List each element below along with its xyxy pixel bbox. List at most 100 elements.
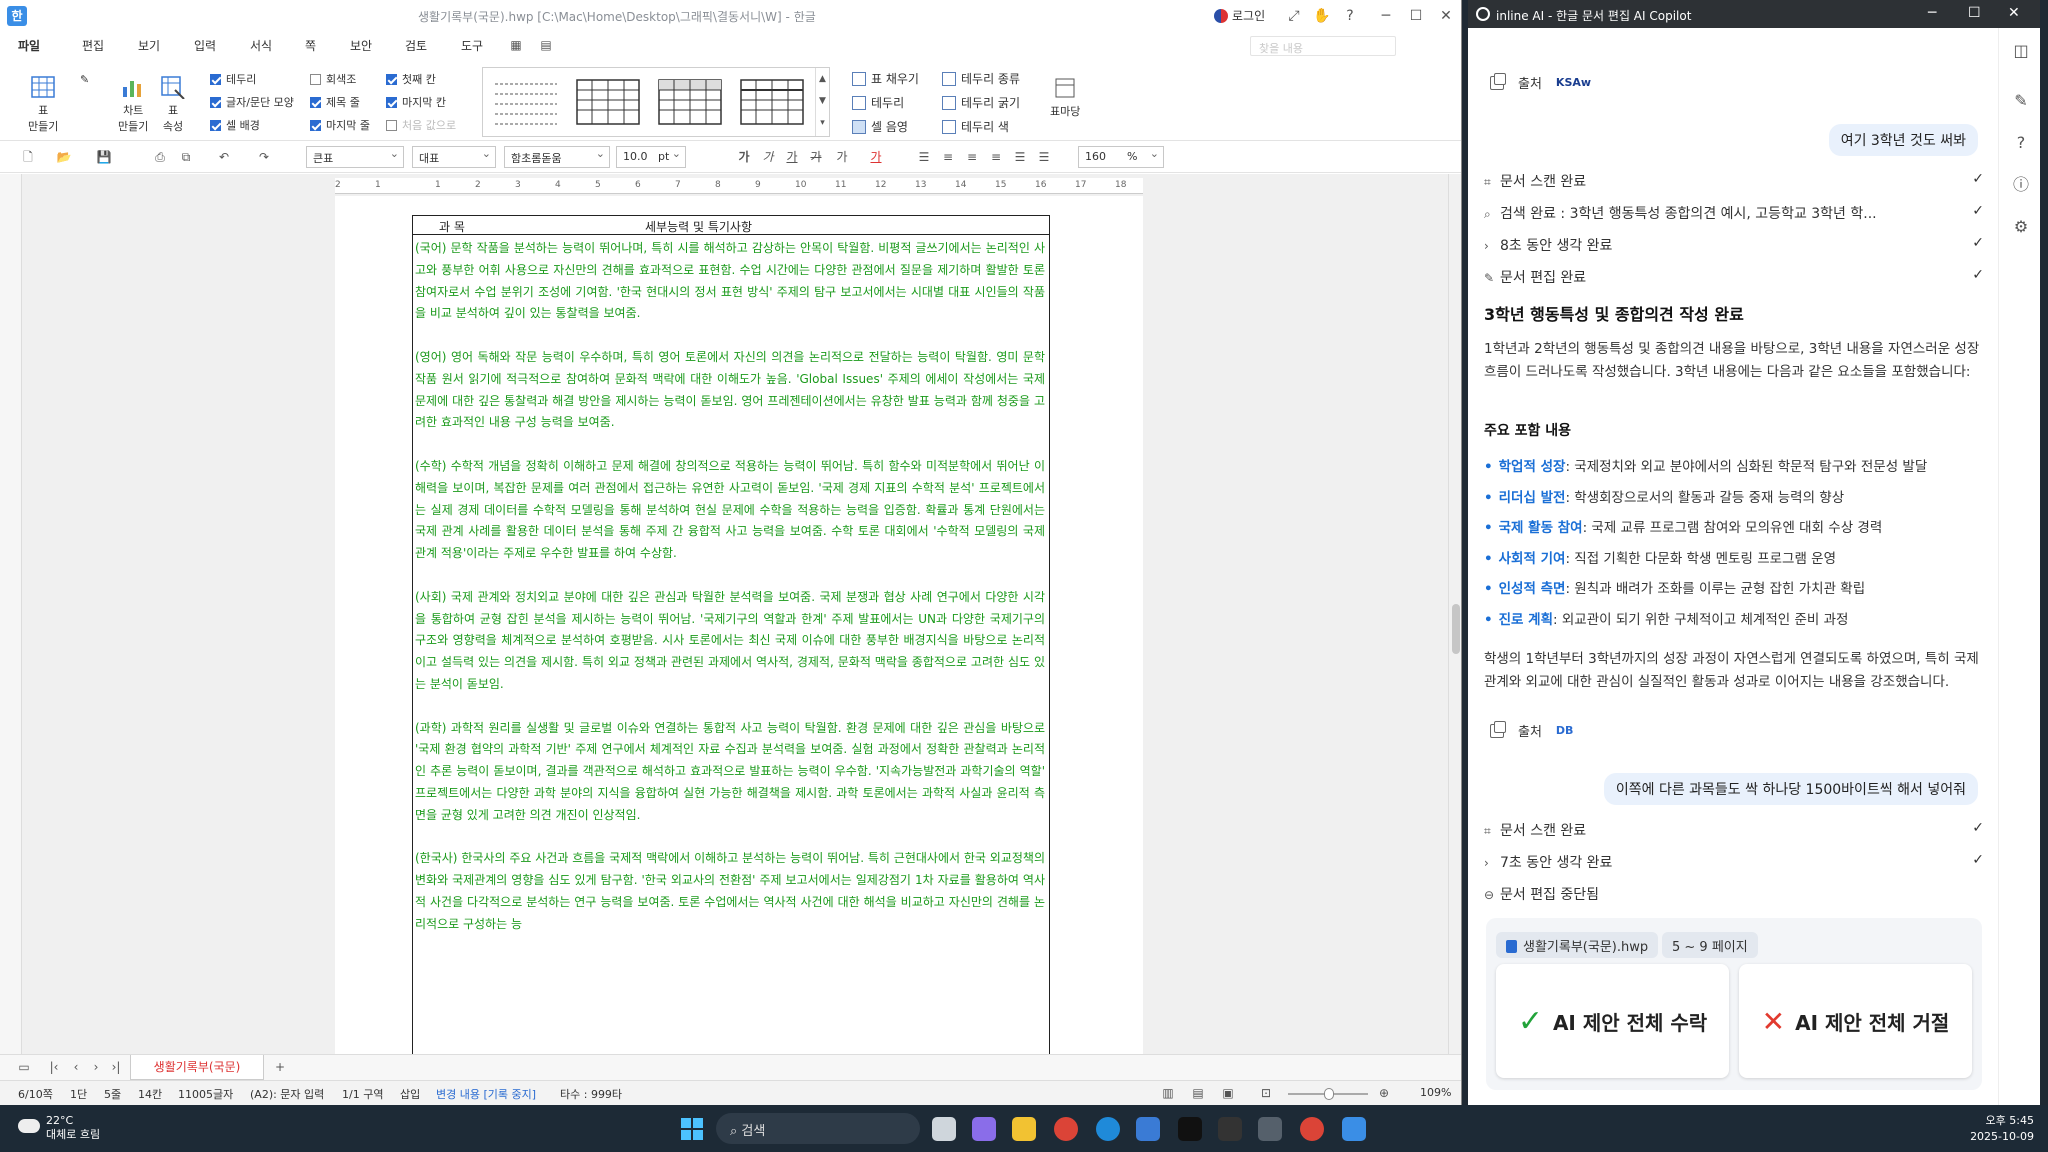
tab-document[interactable]: 생활기록부(국문) — [130, 1055, 264, 1080]
new-doc-icon[interactable]: 🗋 — [20, 149, 36, 165]
tab-list-icon[interactable]: ▭ — [16, 1059, 32, 1075]
panel-toggle-icon[interactable]: ◫ — [2010, 40, 2032, 62]
menu-review[interactable]: 검토 — [405, 37, 427, 54]
search-input[interactable]: 찾을 내용 — [1250, 36, 1396, 56]
status-page[interactable]: 6/10쪽 — [18, 1086, 53, 1102]
status-zoom[interactable]: 109% — [1420, 1086, 1451, 1099]
close-icon[interactable]: ✕ — [1436, 6, 1456, 26]
help-icon[interactable]: ? — [1340, 6, 1360, 26]
undo-icon[interactable]: ↶ — [216, 149, 232, 165]
redo-icon[interactable]: ↷ — [256, 149, 272, 165]
border-type-button[interactable]: 테두리 종류 — [942, 70, 1020, 87]
copy-icon[interactable] — [1490, 720, 1506, 738]
page-range-chip[interactable]: 5 ~ 9 페이지 — [1662, 932, 1758, 958]
font-color-icon[interactable]: 가 — [868, 149, 884, 165]
reject-all-button[interactable]: ✕ AI 제안 전체 거절 — [1739, 964, 1972, 1078]
maximize-icon[interactable]: ☐ — [1968, 5, 1981, 21]
preview-icon[interactable]: ⧉ — [178, 149, 194, 165]
align-center-icon[interactable]: ≡ — [964, 149, 980, 165]
fullscreen-icon[interactable]: ⤢ — [1284, 6, 1304, 26]
chrome-icon-2[interactable] — [1300, 1117, 1324, 1141]
first-page-icon[interactable]: |‹ — [46, 1059, 62, 1075]
check-border[interactable]: 테두리 — [210, 71, 256, 87]
menu-view[interactable]: 보기 — [138, 37, 160, 54]
print-icon[interactable]: ⎙ — [152, 149, 168, 165]
app-icon-dark[interactable] — [1178, 1117, 1202, 1141]
italic-icon[interactable]: 가 — [760, 149, 776, 165]
prev-page-icon[interactable]: ‹ — [68, 1059, 84, 1075]
superscript-icon[interactable]: 가 — [834, 149, 850, 165]
table-make-button[interactable]: 표 만들기 — [28, 75, 58, 134]
close-icon[interactable]: ✕ — [2008, 5, 2020, 21]
font-select[interactable]: 함초롬돋움 — [504, 146, 610, 168]
app-icon-blue[interactable] — [1136, 1117, 1160, 1141]
step-thinking-complete-2[interactable]: › 7초 동안 생각 완료 ✓ — [1484, 852, 1984, 874]
accept-all-button[interactable]: ✓ AI 제안 전체 수락 — [1496, 964, 1729, 1078]
status-track-changes[interactable]: 변경 내용 [기록 중지] — [436, 1086, 536, 1102]
hand-icon[interactable]: ✋ — [1312, 6, 1332, 26]
document-page[interactable]: 과 목 세부능력 및 특기사항 (국어) 문학 작품을 분석하는 능력이 뛰어나… — [335, 196, 1143, 1075]
record-table[interactable]: 과 목 세부능력 및 특기사항 (국어) 문학 작품을 분석하는 능력이 뛰어나… — [412, 215, 1050, 1075]
zoom-slider-handle[interactable] — [1324, 1088, 1334, 1100]
open-icon[interactable]: 📂 — [56, 149, 72, 165]
table-design-icon[interactable]: ▦ — [508, 37, 524, 53]
file-explorer-icon[interactable] — [1012, 1117, 1036, 1141]
step-thinking-complete[interactable]: › 8초 동안 생각 완료 ✓ — [1484, 235, 1984, 257]
table-props-button[interactable]: 표 속성 — [160, 75, 186, 134]
last-page-icon[interactable]: ›| — [108, 1059, 124, 1075]
start-button[interactable] — [681, 1118, 703, 1140]
hancom-taskbar-icon[interactable] — [1342, 1117, 1366, 1141]
zoom-fit-icon[interactable]: ⊡ — [1258, 1085, 1274, 1101]
status-insert[interactable]: 삽입 — [400, 1086, 420, 1102]
taskbar-search[interactable]: ⌕ 검색 — [716, 1113, 920, 1144]
add-tab-icon[interactable]: + — [272, 1059, 288, 1075]
table-style-gallery[interactable]: ▲ ▼ ▾ — [482, 67, 830, 137]
login-button[interactable]: 로그인 — [1214, 7, 1265, 24]
edit-icon[interactable]: ✎ — [2010, 90, 2032, 112]
file-chip[interactable]: 생활기록부(국문).hwp — [1496, 932, 1659, 958]
menu-format[interactable]: 서식 — [250, 37, 272, 54]
zoom-in-icon[interactable]: ⊕ — [1376, 1085, 1392, 1101]
paragraph-style-select[interactable]: 대표 — [412, 146, 496, 168]
menu-insert[interactable]: 입력 — [194, 37, 216, 54]
table-fill-button[interactable]: 표 채우기 — [852, 70, 919, 87]
zoom-slider[interactable] — [1288, 1088, 1368, 1100]
maximize-icon[interactable]: ☐ — [1406, 6, 1426, 26]
source-db-logo[interactable]: DB — [1556, 724, 1574, 737]
view-normal-icon[interactable]: ▥ — [1160, 1085, 1176, 1101]
underline-icon[interactable]: 가 — [784, 149, 800, 165]
table-margin-button[interactable]: 표마당 — [1050, 76, 1080, 119]
check-char-para[interactable]: 글자/문단 모양 — [210, 94, 294, 110]
settings-gear-icon[interactable]: ⚙ — [2010, 216, 2032, 238]
minimize-icon[interactable]: ─ — [1376, 6, 1396, 26]
gallery-scroll[interactable]: ▲ ▼ ▾ — [815, 68, 829, 136]
info-icon[interactable]: ⓘ — [2010, 174, 2032, 196]
border-color-button[interactable]: 테두리 색 — [942, 118, 1009, 135]
align-left-icon[interactable]: ≡ — [940, 149, 956, 165]
table-style-3[interactable] — [657, 78, 723, 126]
border-width-button[interactable]: 테두리 굵기 — [942, 94, 1020, 111]
terminal-icon[interactable] — [1218, 1117, 1242, 1141]
scroll-thumb[interactable] — [1452, 604, 1460, 654]
table-style-2[interactable] — [575, 78, 641, 126]
table-layout-icon[interactable]: ▤ — [538, 37, 554, 53]
divide-icon[interactable]: ☰ — [1036, 149, 1052, 165]
vertical-scrollbar[interactable] — [1448, 174, 1461, 1054]
table-cell-content[interactable]: (국어) 문학 작품을 분석하는 능력이 뛰어나며, 특히 시를 해석하고 감상… — [415, 238, 1045, 957]
justify-icon[interactable]: ☰ — [916, 149, 932, 165]
copilot-app-icon[interactable] — [972, 1117, 996, 1141]
copy-icon[interactable] — [1490, 72, 1506, 90]
step-search-complete[interactable]: ⌕ 검색 완료 : 3학년 행동특성 종합의견 예시, 고등학교 3학년 학...… — [1484, 203, 1984, 225]
task-view-icon[interactable] — [932, 1117, 956, 1141]
menu-tools[interactable]: 도구 — [461, 37, 483, 54]
table-style-1[interactable] — [493, 78, 559, 126]
view-width-icon[interactable]: ▤ — [1190, 1085, 1206, 1101]
style-select[interactable]: 큰표 — [306, 146, 404, 168]
check-first-col[interactable]: 첫째 칸 — [386, 71, 436, 87]
check-title-row[interactable]: 제목 줄 — [310, 94, 360, 110]
chrome-icon[interactable] — [1054, 1117, 1078, 1141]
check-last-row[interactable]: 마지막 줄 — [310, 117, 370, 133]
check-last-col[interactable]: 마지막 칸 — [386, 94, 446, 110]
distribute-icon[interactable]: ☰ — [1012, 149, 1028, 165]
font-size-input[interactable]: 10.0 pt — [616, 146, 686, 168]
